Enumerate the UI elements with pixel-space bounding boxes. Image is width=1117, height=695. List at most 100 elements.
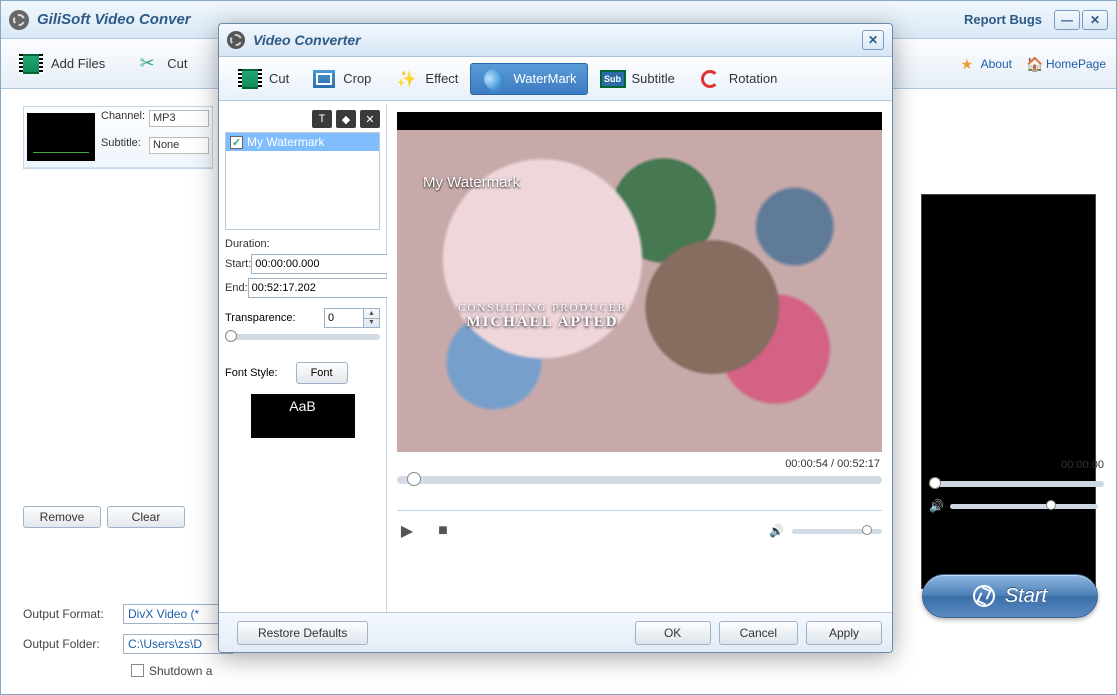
dialog-close-button[interactable]: ✕ <box>862 30 884 50</box>
add-text-watermark-button[interactable]: T <box>312 110 332 128</box>
cut-toolbar-button[interactable]: ✂ Cut <box>127 48 193 80</box>
apply-button[interactable]: Apply <box>806 621 882 645</box>
volume-knob[interactable] <box>1046 500 1056 510</box>
start-label: Start <box>1005 585 1047 608</box>
video-time: 00:00:54 / 00:52:17 <box>397 458 882 470</box>
font-button[interactable]: Font <box>296 362 348 384</box>
transparence-knob[interactable] <box>225 330 237 342</box>
channel-select[interactable]: MP3 <box>149 110 209 127</box>
dialog-volume-icon[interactable]: 🔊 <box>769 524 784 538</box>
output-folder-combo[interactable]: C:\Users\zs\D <box>123 634 233 654</box>
app-logo-icon <box>9 10 29 30</box>
scissors-icon: ✂ <box>133 52 161 76</box>
homepage-link[interactable]: 🏠 HomePage <box>1026 56 1106 72</box>
delete-watermark-button[interactable]: ✕ <box>360 110 380 128</box>
add-image-watermark-button[interactable]: ◆ <box>336 110 356 128</box>
dialog-volume-knob[interactable] <box>862 525 872 535</box>
watermark-checkbox[interactable]: ✓ <box>230 136 243 149</box>
main-preview-slider[interactable] <box>929 481 1104 487</box>
tab-subtitle[interactable]: SubSubtitle <box>590 64 685 94</box>
slider-knob[interactable] <box>929 477 941 489</box>
about-link[interactable]: ★ About <box>961 56 1012 72</box>
dialog-logo-icon <box>227 31 245 49</box>
video-preview[interactable]: My Watermark CONSULTING PRODUCER MICHAEL… <box>397 112 882 452</box>
about-label: About <box>981 57 1012 71</box>
shutdown-label: Shutdown a <box>149 664 212 678</box>
video-panel: My Watermark CONSULTING PRODUCER MICHAEL… <box>387 104 892 612</box>
credit-name: MICHAEL APTED <box>397 314 688 331</box>
ok-button[interactable]: OK <box>635 621 711 645</box>
checkbox-box-icon <box>131 664 144 677</box>
main-preview <box>921 194 1096 589</box>
video-converter-dialog: Video Converter ✕ Cut Crop ✨Effect Water… <box>218 23 893 653</box>
main-preview-time: 00:00:00 <box>1061 459 1104 471</box>
watermark-icon <box>481 68 507 90</box>
output-format-combo[interactable]: DivX Video (* <box>123 604 233 624</box>
start-button[interactable]: Start <box>922 574 1098 618</box>
tab-effect[interactable]: ✨Effect <box>383 64 468 94</box>
restore-defaults-button[interactable]: Restore Defaults <box>237 621 368 645</box>
start-label: Start: <box>225 258 251 270</box>
progress-knob[interactable] <box>407 472 421 486</box>
volume-icon[interactable]: 🔊 <box>929 499 944 513</box>
subtitle-icon: Sub <box>600 68 626 90</box>
tab-rotation[interactable]: Rotation <box>687 64 787 94</box>
file-item[interactable]: Channel: MP3 Subtitle: None <box>24 107 212 168</box>
remove-button[interactable]: Remove <box>23 506 101 528</box>
watermark-item-label: My Watermark <box>247 135 325 149</box>
add-files-button[interactable]: Add Files <box>11 48 111 80</box>
watermark-overlay[interactable]: My Watermark <box>423 174 520 191</box>
watermark-side-panel: T ◆ ✕ ✓ My Watermark Duration: Start: ▲▼ <box>219 104 387 612</box>
video-credit: CONSULTING PRODUCER MICHAEL APTED <box>397 302 688 331</box>
home-icon: 🏠 <box>1026 56 1042 72</box>
font-style-label: Font Style: <box>225 367 278 379</box>
watermark-list-item[interactable]: ✓ My Watermark <box>226 133 379 151</box>
dialog-footer: Restore Defaults OK Cancel Apply <box>219 612 892 652</box>
tab-watermark[interactable]: WaterMark <box>470 63 587 95</box>
watermark-list[interactable]: ✓ My Watermark <box>225 132 380 230</box>
app-title: GiliSoft Video Conver <box>37 11 191 28</box>
subtitle-label: Subtitle: <box>101 137 149 154</box>
channel-label: Channel: <box>101 110 149 127</box>
refresh-icon <box>973 585 995 607</box>
star-icon: ★ <box>961 56 977 72</box>
add-files-icon <box>17 52 45 76</box>
cut-icon <box>237 68 263 90</box>
transparence-spinner[interactable]: ▲▼ <box>364 308 380 328</box>
duration-label: Duration: <box>225 238 380 250</box>
font-preview: AaB <box>251 394 355 438</box>
output-folder-label: Output Folder: <box>23 637 123 651</box>
clear-button[interactable]: Clear <box>107 506 185 528</box>
shutdown-checkbox[interactable]: Shutdown a <box>131 664 212 678</box>
play-button[interactable]: ▶ <box>397 521 417 541</box>
close-button[interactable]: ✕ <box>1082 10 1108 30</box>
minimize-button[interactable]: — <box>1054 10 1080 30</box>
file-list: Channel: MP3 Subtitle: None <box>23 106 213 169</box>
transparence-input[interactable] <box>324 308 364 328</box>
main-volume-row: 🔊 <box>929 499 1104 513</box>
file-meta: Channel: MP3 Subtitle: None <box>101 110 209 164</box>
subtitle-select[interactable]: None <box>149 137 209 154</box>
start-time-input[interactable] <box>251 254 401 274</box>
end-label: End: <box>225 282 248 294</box>
homepage-label: HomePage <box>1046 57 1106 71</box>
cancel-button[interactable]: Cancel <box>719 621 798 645</box>
dialog-titlebar[interactable]: Video Converter ✕ <box>219 24 892 57</box>
rotation-icon <box>697 68 723 90</box>
add-files-label: Add Files <box>51 56 105 71</box>
video-progress-slider[interactable] <box>397 476 882 484</box>
effect-icon: ✨ <box>393 68 419 90</box>
file-thumbnail <box>27 113 95 161</box>
tab-cut[interactable]: Cut <box>227 64 299 94</box>
end-time-input[interactable] <box>248 278 398 298</box>
transparence-label: Transparence: <box>225 312 324 324</box>
dialog-tabs: Cut Crop ✨Effect WaterMark SubSubtitle R… <box>219 57 892 101</box>
dialog-title: Video Converter <box>253 32 361 48</box>
play-controls: ▶ ■ 🔊 <box>397 510 882 541</box>
report-bugs-link[interactable]: Report Bugs <box>964 12 1042 27</box>
main-volume-slider[interactable] <box>950 504 1098 509</box>
tab-crop[interactable]: Crop <box>301 64 381 94</box>
stop-button[interactable]: ■ <box>433 521 453 541</box>
dialog-volume-slider[interactable] <box>792 529 882 534</box>
transparence-slider[interactable] <box>225 334 380 340</box>
